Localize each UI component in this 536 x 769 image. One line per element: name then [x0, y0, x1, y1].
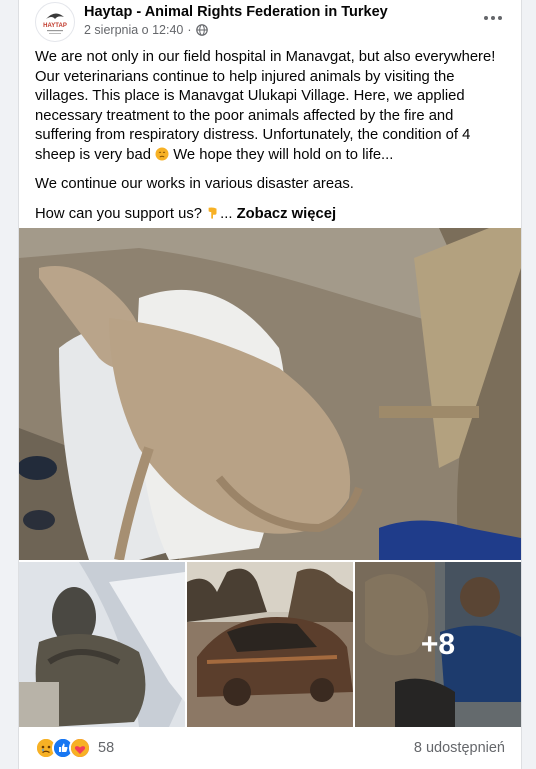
sad-face-emoji-icon: [155, 147, 169, 160]
post-card: HAYTAP Haytap - Animal Rights Federation…: [18, 0, 522, 769]
globe-icon: [195, 24, 208, 36]
photo-thumbnail-3[interactable]: +8: [355, 562, 521, 727]
support-question: How can you support us?: [35, 205, 202, 222]
post-paragraph: We are not only in our field hospital in…: [35, 48, 509, 165]
photo-thumbnail-2[interactable]: [187, 562, 353, 727]
post-text: We are not only in our field hospital in…: [35, 48, 509, 234]
post-header: HAYTAP Haytap - Animal Rights Federation…: [19, 0, 521, 48]
avatar-logo-text: HAYTAP: [43, 23, 67, 29]
main-photo[interactable]: [19, 228, 521, 560]
care-reaction-icon: [69, 737, 91, 759]
burnt-car-image: [187, 562, 353, 727]
author-name[interactable]: Haytap - Animal Rights Federation in Tur…: [84, 4, 388, 20]
post-paragraph: We continue our works in various disaste…: [35, 176, 354, 192]
shares-count[interactable]: 8 udostępnień: [414, 740, 505, 756]
dot-icon: [484, 16, 488, 20]
reaction-count: 58: [98, 740, 115, 756]
see-more-link[interactable]: Zobacz więcej: [237, 206, 337, 222]
pointing-down-hand-icon: [208, 206, 217, 219]
dot-icon: [491, 16, 495, 20]
dot-icon: [498, 16, 502, 20]
page-avatar[interactable]: HAYTAP: [35, 2, 75, 42]
post-meta: 2 sierpnia o 12:40 ·: [84, 23, 208, 37]
injured-sheep-image: [19, 228, 521, 560]
paragraph-text-end: We hope they will hold on to life...: [169, 146, 394, 163]
ellipsis: ...: [220, 205, 233, 222]
more-options-button[interactable]: [481, 6, 505, 30]
more-photos-overlay[interactable]: +8: [355, 562, 521, 727]
photo-thumbnail-1[interactable]: [19, 562, 185, 727]
post-paragraph: How can you support us? ... Zobacz więce…: [35, 205, 509, 225]
reactions-summary[interactable]: 58: [35, 737, 114, 759]
sheep-standing-image: [19, 562, 185, 727]
haytap-logo-icon: HAYTAP: [37, 4, 73, 40]
post-footer: 58 8 udostępnień: [19, 729, 521, 769]
paragraph-text: We are not only in our field hospital in…: [35, 49, 496, 163]
post-date[interactable]: 2 sierpnia o 12:40: [84, 23, 183, 37]
